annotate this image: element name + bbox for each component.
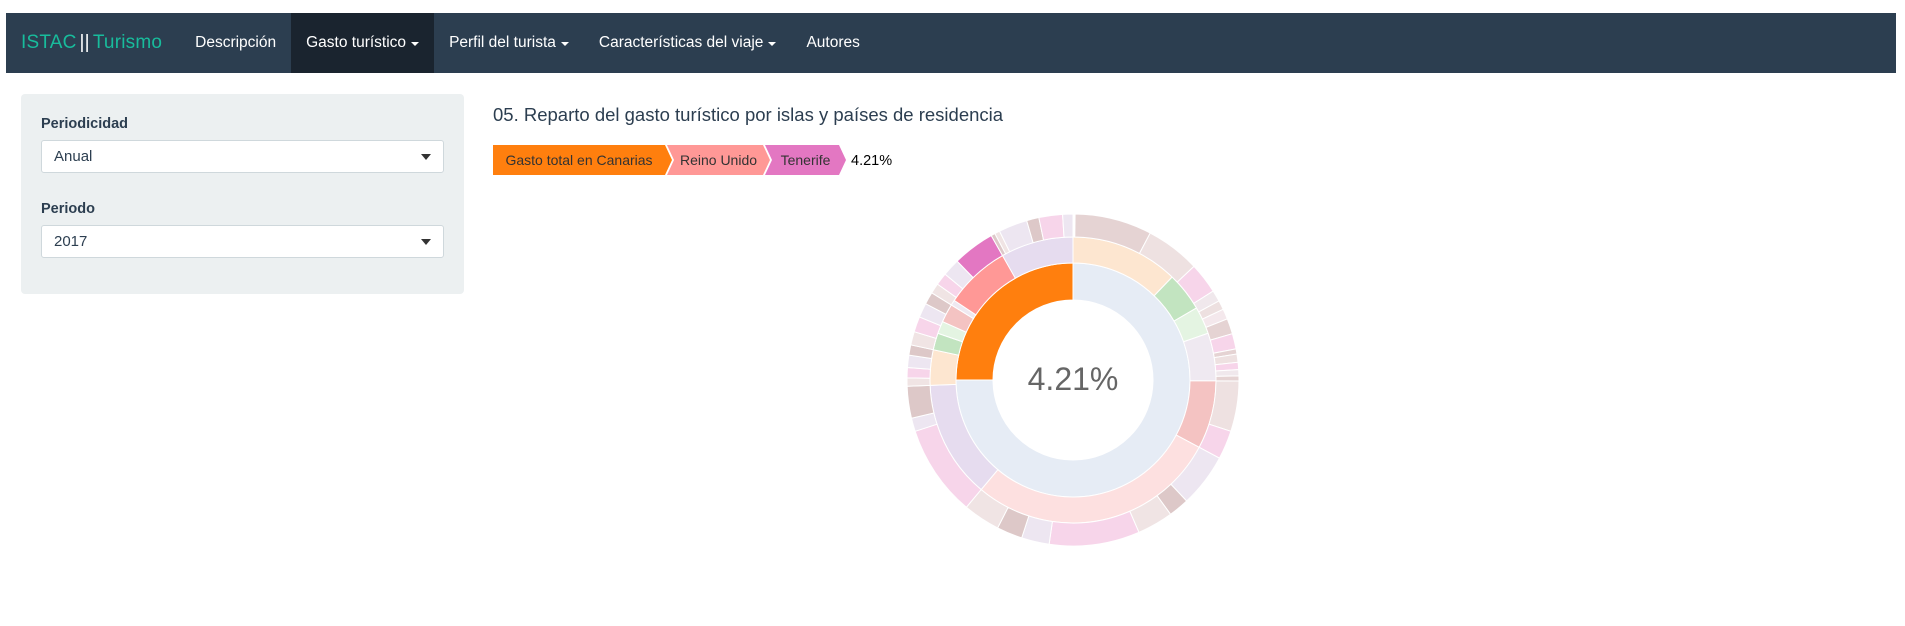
periodo-value: 2017 [54, 233, 88, 250]
nav-item-label: Características del viaje [598, 34, 764, 51]
sunburst-segment[interactable] [965, 488, 1009, 529]
sunburst-segment[interactable] [1182, 332, 1217, 382]
sunburst-segment[interactable] [906, 384, 935, 419]
sunburst-center-label: 4.21% [1028, 361, 1119, 397]
sunburst-segment[interactable] [906, 377, 931, 387]
sunburst-segment[interactable] [998, 219, 1034, 253]
nav-item-perfil-turista[interactable]: Perfil del turista [434, 13, 584, 73]
sunburst-segment[interactable] [936, 273, 964, 299]
nav-item-gasto-turistico[interactable]: Gasto turístico [291, 13, 435, 73]
sunburst-segment[interactable] [1021, 515, 1053, 545]
sunburst-segment[interactable] [914, 423, 982, 508]
dropdown-arrow-icon [421, 239, 431, 245]
sunburst-segment[interactable] [1201, 308, 1228, 329]
sunburst-segment[interactable] [1193, 290, 1220, 313]
navbar: ISTAC || Turismo Descripción Gasto turís… [6, 13, 1896, 73]
dropdown-arrow-icon [421, 154, 431, 160]
caret-down-icon [768, 42, 777, 46]
nav-item-label: Autores [806, 34, 860, 51]
periodicidad-value: Anual [54, 148, 93, 165]
sunburst-segment[interactable] [1215, 369, 1240, 377]
brand-separator: || [79, 32, 90, 53]
sunburst-segment[interactable] [1138, 232, 1195, 283]
sunburst-segment[interactable] [1048, 510, 1140, 547]
sunburst-segment[interactable] [1173, 307, 1209, 343]
sunburst-segment[interactable] [906, 366, 931, 379]
sunburst-segment[interactable] [950, 299, 977, 320]
nav-item-autores[interactable]: Autores [791, 13, 874, 73]
sunburst-segment[interactable] [1153, 276, 1198, 322]
sunburst-segment[interactable] [1170, 446, 1221, 502]
sunburst-segment[interactable] [1214, 361, 1240, 372]
sunburst-segment[interactable] [1175, 380, 1217, 448]
nav-item-caracteristicas-viaje[interactable]: Características del viaje [584, 13, 792, 73]
sunburst-segment[interactable] [1074, 213, 1151, 255]
sunburst-segment[interactable] [1072, 236, 1173, 297]
periodicidad-select[interactable]: Anual [41, 140, 444, 173]
sunburst-segment[interactable] [931, 283, 957, 306]
sunburst-segment[interactable] [1205, 318, 1234, 341]
filter-panel: Periodicidad Anual Periodo 2017 [21, 94, 464, 294]
breadcrumb-step-label: Tenerife [781, 152, 831, 168]
sunburst-segment[interactable] [937, 320, 967, 343]
sunburst-segment[interactable] [1213, 353, 1239, 366]
sunburst-segment[interactable] [910, 412, 938, 432]
caret-down-icon [411, 42, 420, 46]
sunburst-segment[interactable] [929, 383, 999, 491]
brand[interactable]: ISTAC || Turismo [6, 13, 180, 73]
nav-item-label: Perfil del turista [449, 34, 556, 51]
sunburst-segment[interactable] [1001, 236, 1074, 279]
nav-item-label: Descripción [195, 34, 277, 51]
sunburst-segment[interactable] [1209, 333, 1237, 354]
sunburst-segment[interactable] [941, 304, 975, 333]
brand-right: Turismo [92, 32, 163, 53]
sunburst-segment[interactable] [980, 434, 1200, 524]
breadcrumb-step-label: Gasto total en Canarias [505, 152, 652, 168]
nav-item-label: Gasto turístico [306, 34, 407, 51]
periodicidad-label: Periodicidad [41, 116, 129, 132]
chart-title: 05. Reparto del gasto turístico por isla… [493, 104, 1004, 125]
sunburst-segment[interactable] [910, 331, 937, 351]
sunburst-segment[interactable] [996, 506, 1030, 539]
periodo-select[interactable]: 2017 [41, 225, 444, 258]
periodo-label: Periodo [41, 201, 95, 217]
sunburst-segment[interactable] [924, 292, 952, 315]
sunburst-segment[interactable] [1176, 265, 1214, 305]
sunburst-segment[interactable] [955, 262, 1074, 381]
sunburst-segment[interactable] [955, 262, 1191, 498]
sunburst-segment[interactable] [1198, 300, 1224, 320]
sunburst-segment[interactable] [932, 332, 964, 356]
sunburst-segment[interactable] [1215, 375, 1240, 382]
sunburst-segment[interactable] [906, 354, 933, 370]
nav-item-descripcion[interactable]: Descripción [180, 13, 291, 73]
sunburst-segment[interactable] [956, 234, 1004, 279]
sunburst-segment[interactable] [1156, 483, 1188, 515]
breadcrumb-step-label: Reino Unido [680, 152, 757, 168]
sunburst-segment[interactable] [918, 303, 947, 327]
sunburst-segment[interactable] [990, 232, 1007, 257]
sunburst-segment[interactable] [929, 349, 960, 386]
brand-left: ISTAC [21, 32, 77, 53]
sunburst-segment[interactable] [1062, 213, 1074, 238]
sunburst-breadcrumb: Gasto total en Canarias Reino Unido Teneri… [493, 145, 892, 175]
sunburst-segment[interactable] [908, 344, 934, 360]
breadcrumb-value: 4.21% [851, 153, 892, 169]
sunburst-segment[interactable] [953, 254, 1017, 316]
sunburst-segment[interactable] [1129, 494, 1172, 534]
sunburst-segment[interactable] [1026, 216, 1045, 244]
caret-down-icon [560, 42, 569, 46]
sunburst-segment[interactable] [1212, 348, 1238, 359]
sunburst-segment[interactable] [913, 316, 942, 340]
sunburst-segment[interactable] [944, 260, 974, 290]
sunburst-segment[interactable] [1038, 213, 1065, 241]
sunburst-segment[interactable] [994, 230, 1011, 255]
sunburst-segment[interactable] [1208, 380, 1240, 432]
sunburst-segment[interactable] [1198, 423, 1232, 459]
